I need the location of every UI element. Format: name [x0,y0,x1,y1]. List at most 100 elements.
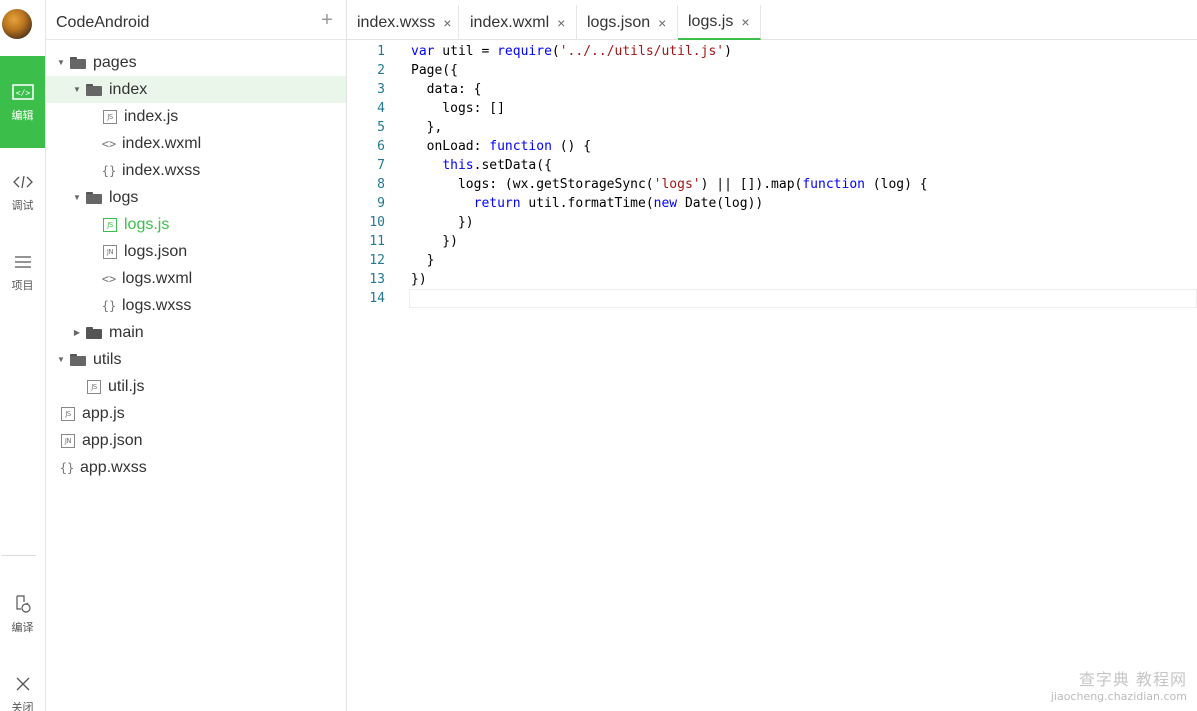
close-icon[interactable]: × [658,15,666,31]
tree-file-index-js[interactable]: JS index.js [46,103,346,130]
chevron-down-icon[interactable]: ▼ [56,58,66,67]
activity-close-label: 关闭 [11,701,34,711]
code-line[interactable]: 11 }) [347,232,1197,251]
markup-file-icon: <> [101,271,117,286]
tree-file-index-wxss[interactable]: {} index.wxss [46,157,346,184]
tree-folder-index[interactable]: ▼ index [46,76,346,103]
code-text: var util = require('../../utils/util.js'… [411,44,732,59]
tab-index-wxml[interactable]: index.wxml × [460,5,577,40]
svg-text:</>: </> [15,89,30,98]
tree-node-label: logs.wxss [122,296,192,314]
add-file-button[interactable]: + [318,10,336,30]
close-icon[interactable]: × [443,15,451,31]
tree-folder-logs[interactable]: ▼ logs [46,184,346,211]
code-line[interactable]: 10 }) [347,213,1197,232]
code-editor[interactable]: 1 var util = require('../../utils/util.js… [347,40,1197,711]
code-text: logs: (wx.getStorageSync('logs') || []).… [411,177,928,192]
tree-node-label: logs.json [124,242,188,260]
activity-project-button[interactable]: 项目 [0,240,45,304]
line-number: 12 [369,253,385,268]
user-avatar[interactable] [2,9,32,39]
code-text: }) [411,234,458,249]
tab-label: index.wxss [357,13,436,31]
chevron-down-icon[interactable]: ▼ [72,85,82,94]
code-line[interactable]: 13}) [347,270,1197,289]
code-line[interactable]: 6 onLoad: function () { [347,137,1197,156]
activity-compile-button[interactable]: 编译 [0,582,45,646]
chevron-down-icon[interactable]: ▼ [72,193,82,202]
code-line[interactable]: 4 logs: [] [347,99,1197,118]
tree-file-logs-json[interactable]: JN logs.json [46,238,346,265]
code-line[interactable]: 2 Page({ [347,61,1197,80]
activity-project-label: 项目 [11,279,34,292]
code-line[interactable]: 1 var util = require('../../utils/util.js… [347,42,1197,61]
code-line[interactable]: 12 } [347,251,1197,270]
tree-folder-main[interactable]: ▶ main [46,319,346,346]
menu-lines-icon [13,251,33,273]
code-text: onLoad: function () { [411,139,592,154]
js-file-icon: JS [103,109,117,124]
activity-close-button[interactable]: 关闭 [0,662,45,711]
tree-header: CodeAndroid + [46,0,346,40]
line-number: 6 [377,139,385,154]
activity-edit-button[interactable]: </> 编辑 [0,56,45,148]
close-icon[interactable]: × [741,14,749,30]
project-name: CodeAndroid [56,14,150,31]
folder-open-icon [70,56,86,69]
code-text: logs: [] [411,101,505,116]
code-line[interactable]: 3 data: { [347,80,1197,99]
watermark: 查字典 教程网 jiaocheng.chazidian.com [1051,666,1187,703]
folder-closed-icon [86,326,102,339]
line-number: 10 [369,215,385,230]
line-number: 3 [377,82,385,97]
code-line[interactable]: 8 logs: (wx.getStorageSync('logs') || []… [347,175,1197,194]
code-line[interactable]: 5 }, [347,118,1197,137]
tree-file-app-js[interactable]: JS app.js [46,400,346,427]
tree-file-util-js[interactable]: JS util.js [46,373,346,400]
js-file-icon: JS [103,217,117,232]
tab-index-wxss[interactable]: index.wxss × [347,5,459,40]
tree-file-logs-wxml[interactable]: <> logs.wxml [46,265,346,292]
line-number: 4 [377,101,385,116]
tree-node-label: logs.wxml [122,269,193,287]
style-file-icon: {} [101,298,117,313]
style-file-icon: {} [101,163,117,178]
tab-logs-json[interactable]: logs.json × [577,5,678,40]
tree-file-app-json[interactable]: JN app.json [46,427,346,454]
tree-file-index-wxml[interactable]: <> index.wxml [46,130,346,157]
compile-icon [13,593,33,615]
code-line[interactable]: 7 this.setData({ [347,156,1197,175]
close-icon[interactable]: × [557,15,565,31]
tab-label: index.wxml [470,13,550,31]
code-line[interactable]: 9 return util.formatTime(new Date(log)) [347,194,1197,213]
tree-folder-pages[interactable]: ▼ pages [46,49,346,76]
line-number: 7 [377,158,385,173]
activity-debug-label: 调试 [11,199,34,212]
json-file-icon: JN [103,244,117,259]
watermark-title: 查字典 教程网 [1078,670,1187,689]
tree-node-label: pages [93,53,137,71]
code-text: } [411,253,435,268]
activity-compile-label: 编译 [11,621,34,634]
activity-debug-button[interactable]: 调试 [0,160,45,224]
tree-node-label: app.wxss [80,458,147,476]
code-text: data: { [411,82,482,97]
tree-folder-utils[interactable]: ▼ utils [46,346,346,373]
tree-file-logs-js[interactable]: JS logs.js [46,211,346,238]
code-editor-icon: </> [11,81,34,103]
tree-node-label: index [109,80,148,98]
code-brackets-icon [12,171,34,193]
tab-logs-js[interactable]: logs.js × [678,5,761,40]
tree-node-label: utils [93,350,122,368]
watermark-url: jiaocheng.chazidian.com [1050,690,1187,703]
editor-tab-bar: index.wxss × index.wxml × logs.json × lo… [347,5,1197,40]
chevron-down-icon[interactable]: ▼ [56,355,66,364]
activity-edit-label: 编辑 [11,109,34,122]
code-line[interactable]: 14 [347,289,1197,308]
tree-node-label: main [109,323,144,341]
tree-file-logs-wxss[interactable]: {} logs.wxss [46,292,346,319]
line-number: 2 [377,63,385,78]
chevron-right-icon[interactable]: ▶ [72,328,82,337]
tree-file-app-wxss[interactable]: {} app.wxss [46,454,346,481]
code-text: }, [411,120,443,135]
